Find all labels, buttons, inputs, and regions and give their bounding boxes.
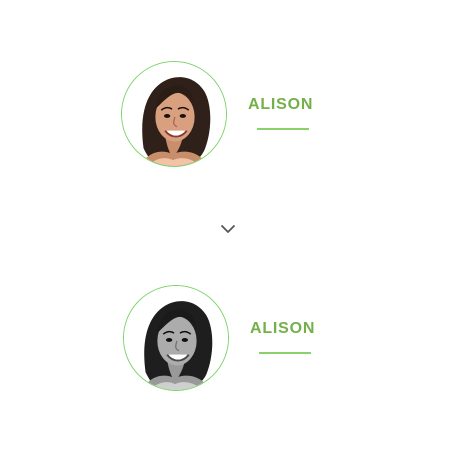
avatar-photo-color <box>122 62 226 166</box>
avatar-photo-grayscale <box>124 286 228 390</box>
person-name: ALISON <box>248 96 314 113</box>
profile-card-color: ALISON <box>0 52 460 182</box>
person-name: ALISON <box>250 320 316 337</box>
name-underline <box>259 352 311 354</box>
name-underline <box>257 128 309 130</box>
chevron-down-icon[interactable] <box>220 223 236 235</box>
avatar-grayscale[interactable] <box>123 285 229 391</box>
avatar-color[interactable] <box>121 61 227 167</box>
profile-card-grayscale: ALISON <box>0 276 460 406</box>
